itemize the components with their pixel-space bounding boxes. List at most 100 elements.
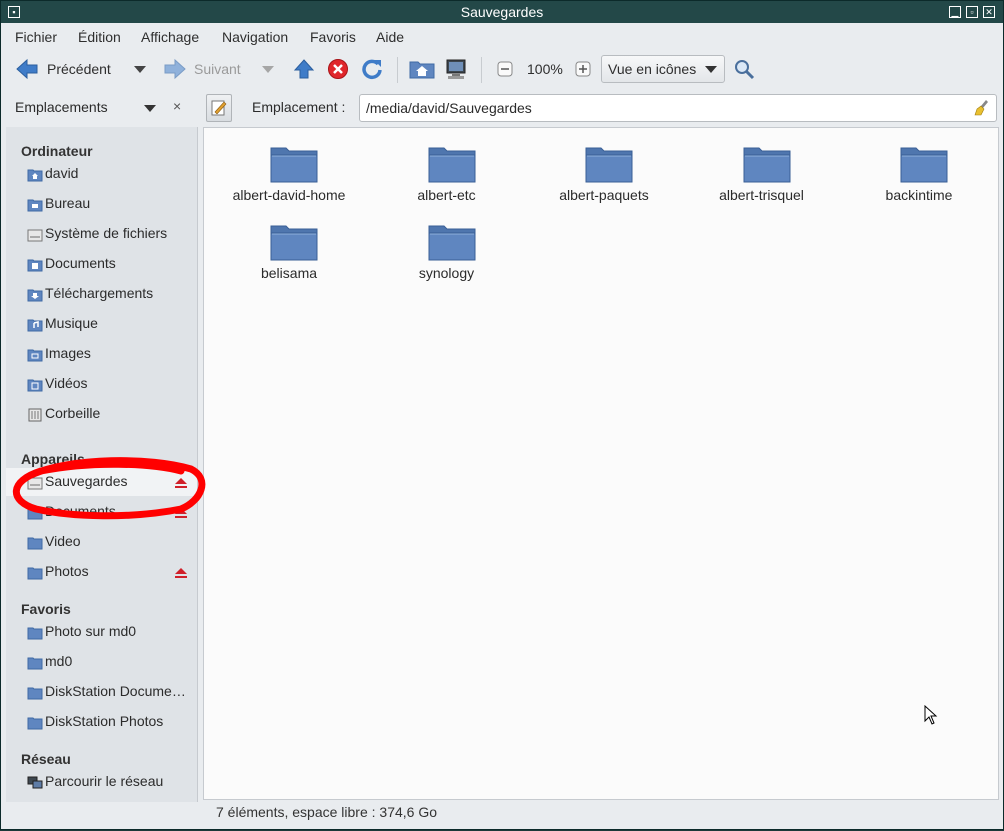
computer-button[interactable] [445,50,467,88]
location-path: /media/david/Sauvegardes [366,100,532,116]
places-sidebar: Ordinateur Appareils Favoris Réseau davi… [6,127,198,802]
sidebar-item-label: Parcourir le réseau [45,773,164,789]
section-appareils: Appareils [21,451,85,467]
zoom-level: 100% [527,61,563,77]
stop-button[interactable] [327,50,349,88]
close-icon[interactable]: ✕ [983,6,995,18]
chevron-down-icon [262,66,274,73]
sidebar-item-label: Musique [45,315,98,331]
menu-favoris[interactable]: Favoris [310,29,356,45]
sidebar-item-téléchargements[interactable]: Téléchargements [6,280,197,308]
sidebar-item-photos[interactable]: Photos [6,558,197,586]
folder-icon [743,147,790,183]
folder-item[interactable]: albert-paquets [525,130,683,208]
eject-icon[interactable] [174,566,188,578]
search-button[interactable] [733,50,755,88]
zoom-in-button[interactable] [575,50,591,88]
folder-name: belisama [260,265,318,281]
folder-name: albert-david-home [232,187,346,203]
sidebar-item-bureau[interactable]: Bureau [6,190,197,218]
folder-item[interactable]: synology [368,208,526,286]
folder-icon [428,147,475,183]
sidebar-item-video[interactable]: Video [6,528,197,556]
desktop-folder-icon [27,198,43,212]
back-history-dropdown[interactable] [133,50,147,88]
trash-icon [27,408,43,422]
sidebar-item-corbeille[interactable]: Corbeille [6,400,197,428]
home-button[interactable] [409,50,435,88]
folder-item[interactable]: albert-david-home [210,130,368,208]
folder-name: synology [418,265,475,281]
sidebar-item-système-de-fichiers[interactable]: Système de fichiers [6,220,197,248]
location-label: Emplacement : [252,99,346,115]
folder-icon [428,225,475,261]
close-side-panel-button[interactable]: × [173,98,181,114]
forward-arrow-icon [164,58,186,80]
zoom-out-button[interactable] [497,50,513,88]
maximize-icon[interactable]: ▫ [966,6,978,18]
menu-affichage[interactable]: Affichage [141,29,199,45]
clear-broom-icon[interactable] [974,99,992,117]
drive-icon [27,476,43,490]
sidebar-item-david[interactable]: david [6,160,197,188]
sidebar-item-documents[interactable]: Documents [6,250,197,278]
view-mode-value: Vue en icônes [608,61,697,77]
folder-name: albert-paquets [559,187,649,203]
edit-icon [211,100,227,116]
menu-navigation[interactable]: Navigation [222,29,288,45]
forward-history-dropdown[interactable] [261,50,275,88]
folder-view[interactable]: albert-david-home albert-etc albert-paquet… [203,127,999,800]
sidebar-item-label: Images [45,345,91,361]
sidebar-item-md0[interactable]: md0 [6,648,197,676]
sidebar-item-label: md0 [45,653,73,669]
section-ordinateur: Ordinateur [21,143,93,159]
up-button[interactable] [293,50,315,88]
title-bar[interactable]: ▪ Sauvegardes ▁ ▫ ✕ [1,1,1003,23]
network-icon [27,776,43,789]
chevron-down-icon[interactable] [144,105,156,113]
sidebar-item-vidéos[interactable]: Vidéos [6,370,197,398]
forward-button[interactable]: Suivant [163,50,241,88]
pictures-folder-icon [27,348,43,362]
eject-icon[interactable] [174,476,188,488]
drive-icon [27,228,43,242]
sidebar-item-documents[interactable]: Documents [6,498,197,526]
mouse-cursor-icon [924,705,938,725]
documents-folder-icon [27,258,43,272]
up-arrow-icon [293,59,315,79]
home-folder-icon [409,61,435,79]
sidebar-item-parcourir-le-réseau[interactable]: Parcourir le réseau [6,768,197,796]
folder-name: albert-etc [417,187,476,203]
folder-item[interactable]: albert-trisquel [683,130,841,208]
sidebar-item-label: Vidéos [45,375,88,391]
back-button[interactable]: Précédent [15,50,111,88]
file-manager-window: ▪ Sauvegardes ▁ ▫ ✕ Fichier Édition Affi… [0,0,1004,830]
toggle-location-edit-button[interactable] [206,94,232,122]
sidebar-item-sauvegardes[interactable]: Sauvegardes [6,468,197,496]
eject-icon[interactable] [174,506,188,518]
sidebar-item-label: DiskStation Docume… [45,683,186,699]
menu-aide[interactable]: Aide [376,29,404,45]
sidebar-item-photo-sur-md0[interactable]: Photo sur md0 [6,618,197,646]
sidebar-item-diskstation-photos[interactable]: DiskStation Photos [6,708,197,736]
folder-icon [27,656,43,670]
menu-edition[interactable]: Édition [78,29,121,45]
folder-item[interactable]: backintime [840,130,998,208]
search-icon [735,60,755,80]
chevron-down-icon [134,66,146,73]
downloads-folder-icon [27,288,43,302]
minimize-icon[interactable]: ▁ [949,6,961,18]
location-input[interactable]: /media/david/Sauvegardes [359,94,997,122]
sidebar-item-diskstation-docume-[interactable]: DiskStation Docume… [6,678,197,706]
menu-fichier[interactable]: Fichier [15,29,57,45]
toolbar: Précédent Suivant 100% Vue en icônes [1,50,1003,88]
reload-button[interactable] [361,50,383,88]
sidebar-item-label: Sauvegardes [45,473,128,489]
computer-icon [446,59,466,79]
sidebar-item-musique[interactable]: Musique [6,310,197,338]
view-mode-select[interactable]: Vue en icônes [601,55,725,83]
folder-item[interactable]: albert-etc [368,130,526,208]
folder-item[interactable]: belisama [210,208,368,286]
sidebar-item-images[interactable]: Images [6,340,197,368]
folder-icon [585,147,633,183]
